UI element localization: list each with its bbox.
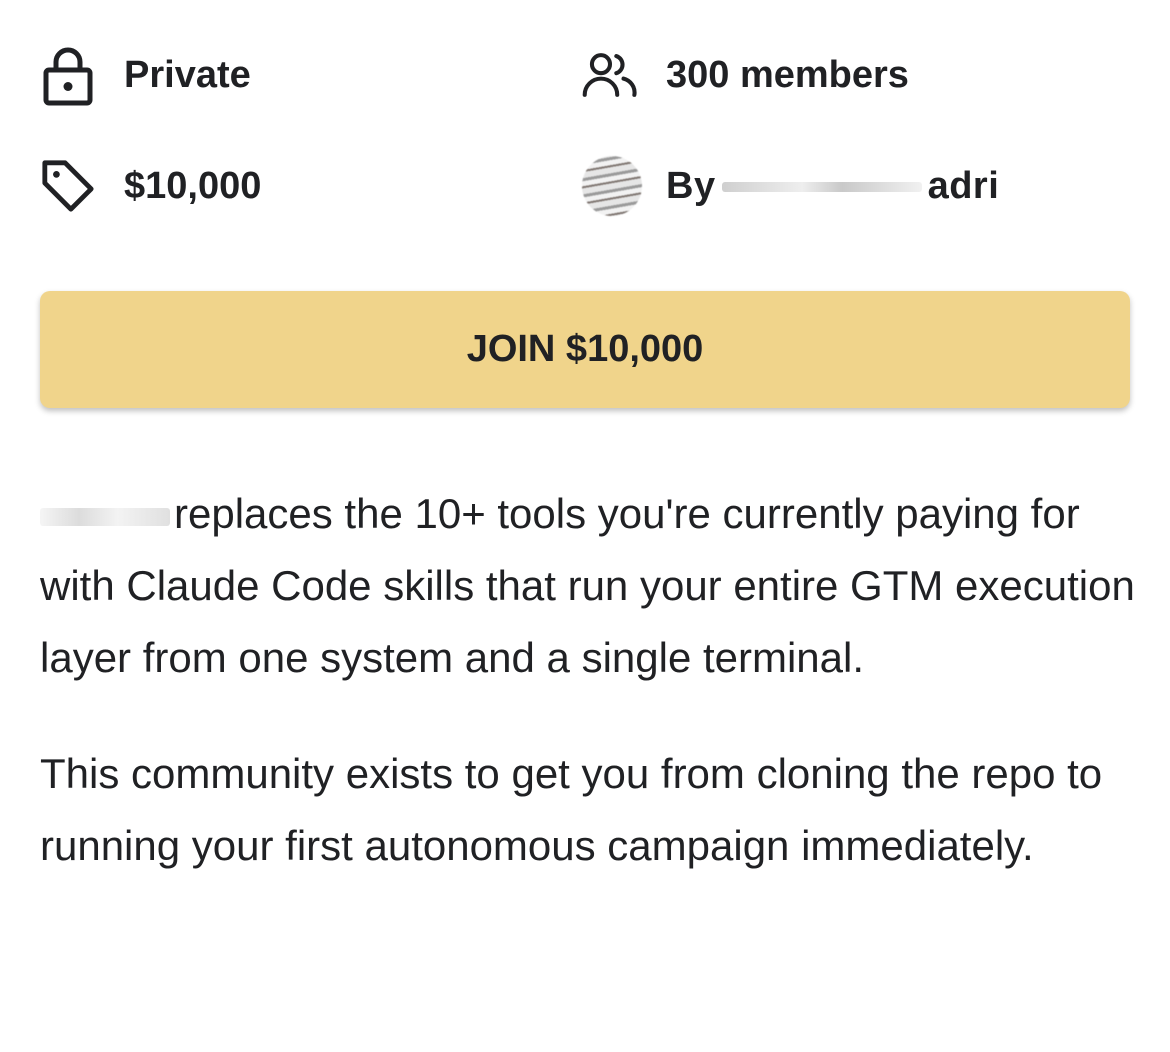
redacted-name <box>721 182 922 193</box>
join-button[interactable]: JOIN $10,000 <box>40 291 1130 408</box>
lock-icon <box>40 47 96 106</box>
avatar[interactable] <box>582 156 642 216</box>
group-info: Private 300 members $10,000 By adri <box>40 40 1130 240</box>
visibility-label: Private <box>124 53 251 96</box>
description-paragraph: replaces the 10+ tools you're currently … <box>40 478 1140 694</box>
description-text-1: replaces the 10+ tools you're currently … <box>40 490 1135 681</box>
members-info[interactable]: 300 members <box>582 40 909 110</box>
owner-info[interactable]: By adri <box>582 151 999 221</box>
price-info: $10,000 <box>40 151 261 221</box>
tag-icon <box>40 158 96 214</box>
visibility-info: Private <box>40 40 251 110</box>
members-label: 300 members <box>666 53 909 96</box>
users-icon <box>582 47 638 103</box>
group-description: replaces the 10+ tools you're currently … <box>40 478 1140 882</box>
owner-label[interactable]: By adri <box>666 165 999 208</box>
owner-suffix: adri <box>927 164 1000 207</box>
price-label: $10,000 <box>124 164 262 207</box>
owner-prefix: By <box>666 164 716 207</box>
description-paragraph: This community exists to get you from cl… <box>40 750 1103 869</box>
redacted-text <box>40 507 170 526</box>
